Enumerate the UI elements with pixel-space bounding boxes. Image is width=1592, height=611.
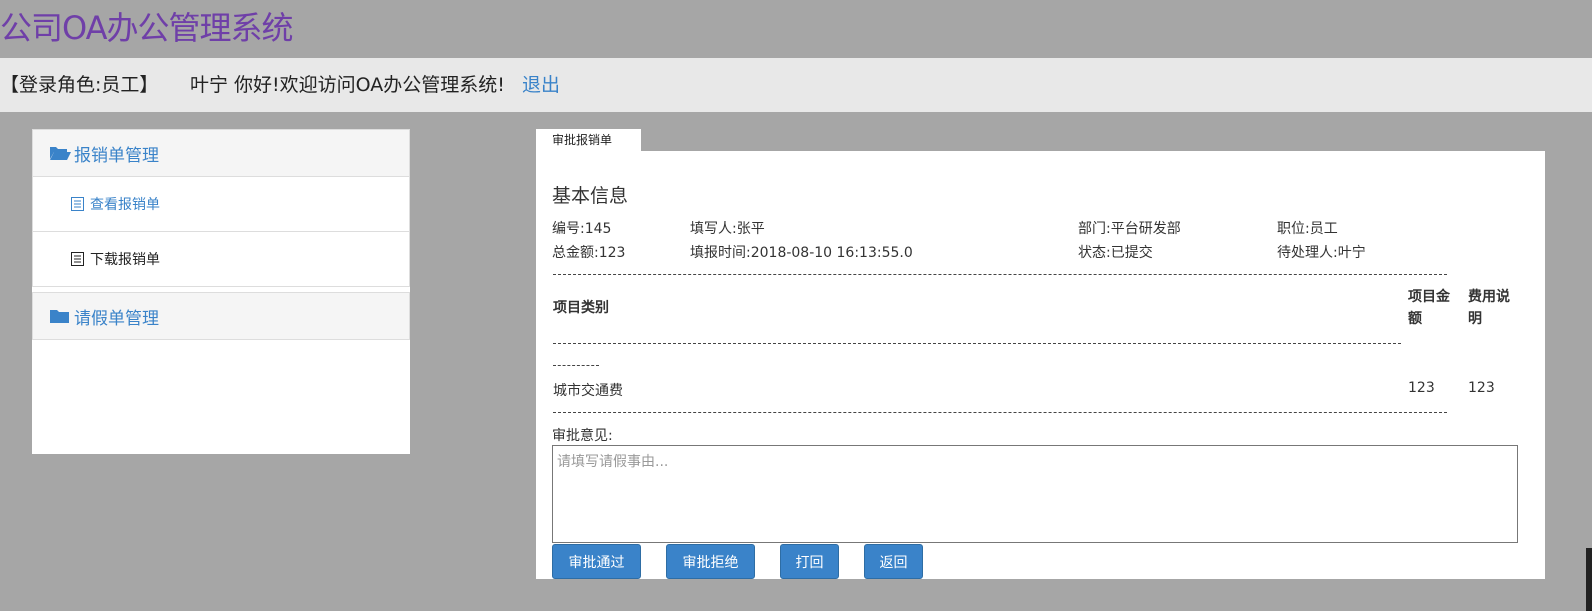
logout-link[interactable]: 退出	[522, 58, 560, 112]
sidebar-group-label: 报销单管理	[74, 145, 159, 166]
sidebar: 报销单管理 查看报销单 下载报销单 请假单管理	[32, 129, 410, 454]
header-category: 项目类别	[553, 300, 609, 316]
sidebar-item-view-expense[interactable]: 查看报销单	[32, 177, 410, 232]
info-position: 职位:员工	[1277, 221, 1338, 237]
sidebar-item-download-expense[interactable]: 下载报销单	[32, 232, 410, 287]
header-amount: 项目金 额	[1408, 286, 1450, 330]
list-icon	[71, 252, 84, 266]
header-amount-line2: 额	[1408, 311, 1422, 327]
divider	[553, 412, 1447, 413]
sidebar-group-leave[interactable]: 请假单管理	[32, 292, 410, 340]
section-title: 基本信息	[552, 185, 629, 207]
sidebar-group-expense[interactable]: 报销单管理	[32, 129, 410, 177]
approve-button[interactable]: 审批通过	[552, 544, 641, 579]
back-button[interactable]: 返回	[864, 544, 923, 579]
approval-opinion-label: 审批意见:	[552, 428, 613, 444]
header-note-line2: 明	[1468, 311, 1482, 327]
approval-opinion-input[interactable]	[552, 445, 1518, 543]
table-cell-note: 123	[1468, 380, 1495, 396]
login-role: 【登录角色:员工】	[0, 74, 159, 96]
return-button[interactable]: 打回	[780, 544, 839, 579]
divider	[553, 343, 1401, 344]
divider	[553, 274, 1447, 275]
header-note-line1: 费用说	[1468, 289, 1510, 305]
info-department: 部门:平台研发部	[1078, 221, 1181, 237]
sidebar-item-label: 下载报销单	[90, 252, 160, 268]
tab-approve-expense[interactable]: 审批报销单	[536, 129, 641, 152]
list-icon	[71, 197, 84, 211]
approval-panel: 基本信息 编号:145 填写人:张平 部门:平台研发部 职位:员工 总金额:12…	[536, 151, 1545, 579]
header-note: 费用说 明	[1468, 286, 1510, 330]
folder-open-icon	[50, 147, 71, 160]
reject-button[interactable]: 审批拒绝	[666, 544, 755, 579]
app-title: 公司OA办公管理系统	[0, 9, 294, 47]
header-amount-line1: 项目金	[1408, 289, 1450, 305]
table-cell-category: 城市交通费	[553, 383, 623, 399]
info-number: 编号:145	[552, 221, 612, 237]
user-bar: 【登录角色:员工】 叶宁 你好!欢迎访问OA办公管理系统! 退出	[0, 58, 1592, 112]
folder-icon	[50, 310, 69, 323]
window-resize-grip[interactable]	[1586, 548, 1592, 611]
info-fill-time: 填报时间:2018-08-10 16:13:55.0	[690, 245, 913, 261]
table-cell-amount: 123	[1408, 380, 1435, 396]
info-filler: 填写人:张平	[690, 221, 765, 237]
info-handler: 待处理人:叶宁	[1277, 245, 1366, 261]
info-total: 总金额:123	[552, 245, 626, 261]
info-status: 状态:已提交	[1078, 245, 1153, 261]
sidebar-item-label: 查看报销单	[90, 197, 160, 213]
divider	[553, 365, 599, 366]
welcome-message: 叶宁 你好!欢迎访问OA办公管理系统!	[190, 74, 505, 96]
sidebar-group-label: 请假单管理	[74, 308, 159, 329]
